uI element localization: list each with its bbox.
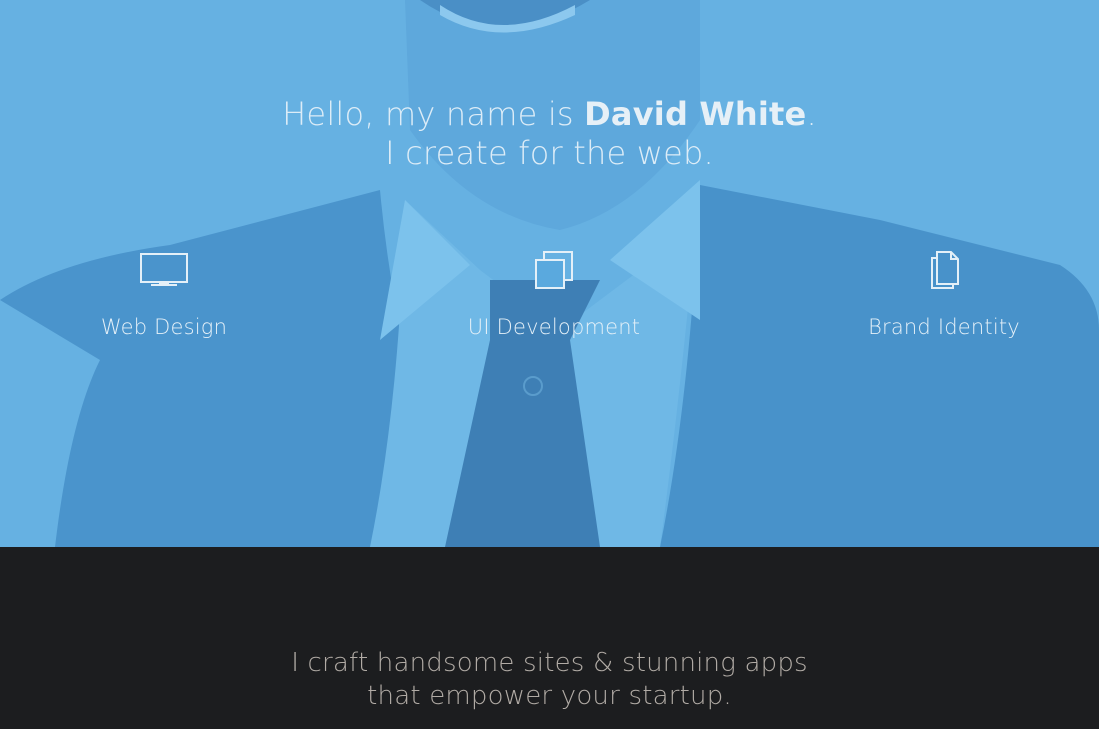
monitor-icon <box>140 253 188 286</box>
tagline-line-1: I craft handsome sites & stunning apps <box>291 648 808 678</box>
services-list: Web Design UI Development Brand Identity <box>0 250 1099 350</box>
service-web-design: Web Design <box>34 250 294 339</box>
hero-subline: I create for the web. <box>385 134 714 172</box>
greeting-suffix: . <box>806 95 817 133</box>
tagline-line-2: that empower your startup. <box>367 681 732 711</box>
tagline: I craft handsome sites & stunning apps t… <box>0 647 1099 713</box>
intro-section: I craft handsome sites & stunning apps t… <box>0 547 1099 729</box>
documents-icon <box>931 251 959 289</box>
service-label: Brand Identity <box>868 315 1020 339</box>
service-brand-identity: Brand Identity <box>814 250 1074 339</box>
greeting-prefix: Hello, my name is <box>282 95 585 133</box>
service-label: UI Development <box>467 315 641 339</box>
stacked-squares-icon <box>535 251 573 289</box>
hero-name: David White <box>584 95 807 133</box>
service-label: Web Design <box>100 315 228 339</box>
hero-heading: Hello, my name is David White. I create … <box>0 95 1099 173</box>
hero-greeting: Hello, my name is David White. <box>0 95 1099 134</box>
hero-section: Hello, my name is David White. I create … <box>0 0 1099 547</box>
service-ui-development: UI Development <box>424 250 684 339</box>
